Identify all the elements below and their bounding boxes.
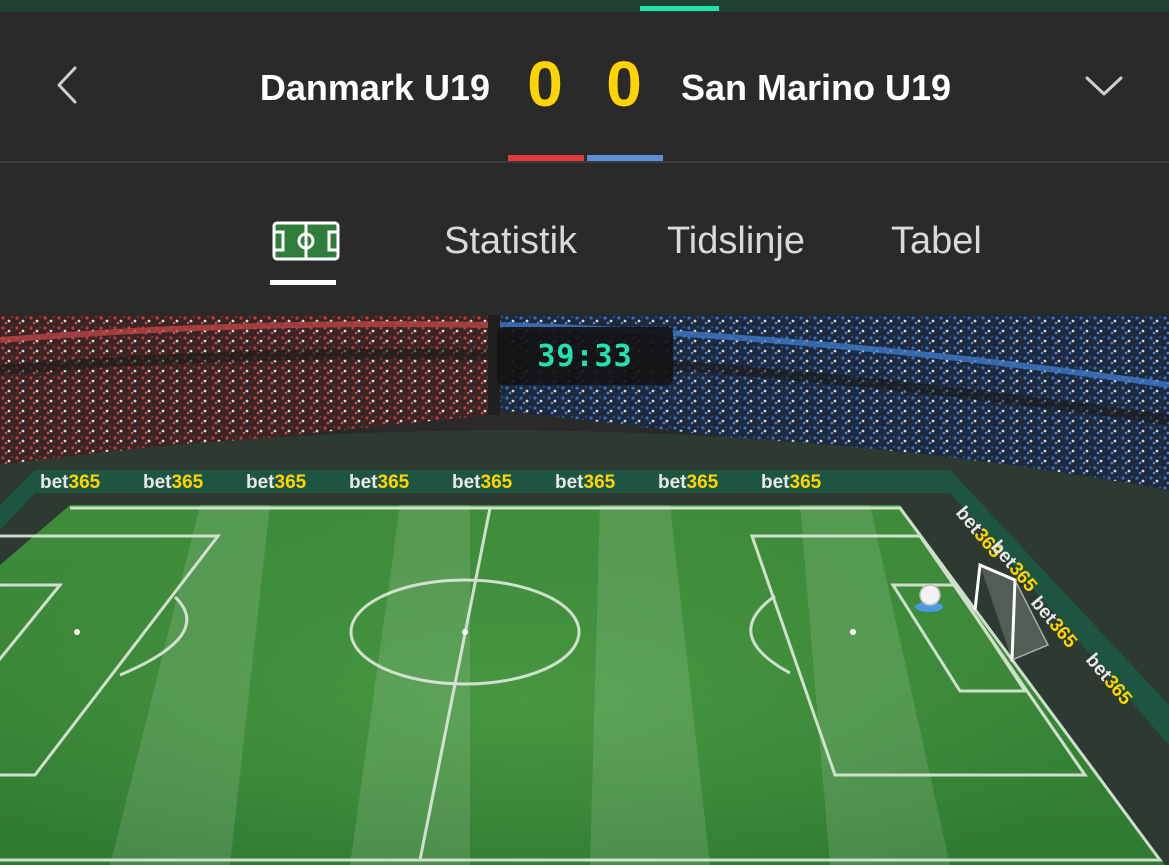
away-team-color-bar	[587, 155, 663, 161]
ad-board-text: bet365	[761, 472, 822, 493]
live-match-visualization: bet365 bet365 bet365 bet365 bet365 bet365 bet3…	[0, 315, 1169, 865]
ad-board-text: bet365	[658, 472, 719, 493]
away-team-name: San Marino U19	[681, 67, 952, 108]
active-tab-indicator	[270, 280, 336, 285]
ad-board-text: bet365	[555, 472, 616, 493]
stadium-graphic: bet365 bet365 bet365 bet365 bet365 bet365 bet3…	[0, 315, 1169, 865]
ad-board-text: bet365	[246, 472, 307, 493]
tab-statistik[interactable]: Statistik	[444, 218, 577, 264]
expand-button[interactable]	[1074, 55, 1134, 115]
away-score: 0	[606, 48, 642, 120]
ad-board-text: bet365	[349, 472, 410, 493]
page-indicator	[640, 6, 719, 11]
pitch-icon	[272, 221, 340, 261]
back-button[interactable]	[40, 55, 96, 115]
tab-pitch[interactable]	[268, 218, 344, 264]
home-team-color-bar	[508, 155, 584, 161]
top-status-strip	[0, 0, 1169, 12]
chevron-down-icon	[1085, 76, 1123, 96]
tab-tidslinje[interactable]: Tidslinje	[667, 218, 805, 264]
home-team-name: Danmark U19	[259, 67, 490, 108]
tab-bar	[0, 163, 1169, 315]
home-score: 0	[527, 48, 563, 120]
ad-board-text: bet365	[143, 472, 204, 493]
ad-board-text: bet365	[452, 472, 513, 493]
ad-board-text: bet365	[40, 472, 101, 493]
match-clock: 39:33	[497, 327, 673, 385]
chevron-left-icon	[57, 66, 77, 104]
tab-tabel[interactable]: Tabel	[891, 218, 982, 264]
